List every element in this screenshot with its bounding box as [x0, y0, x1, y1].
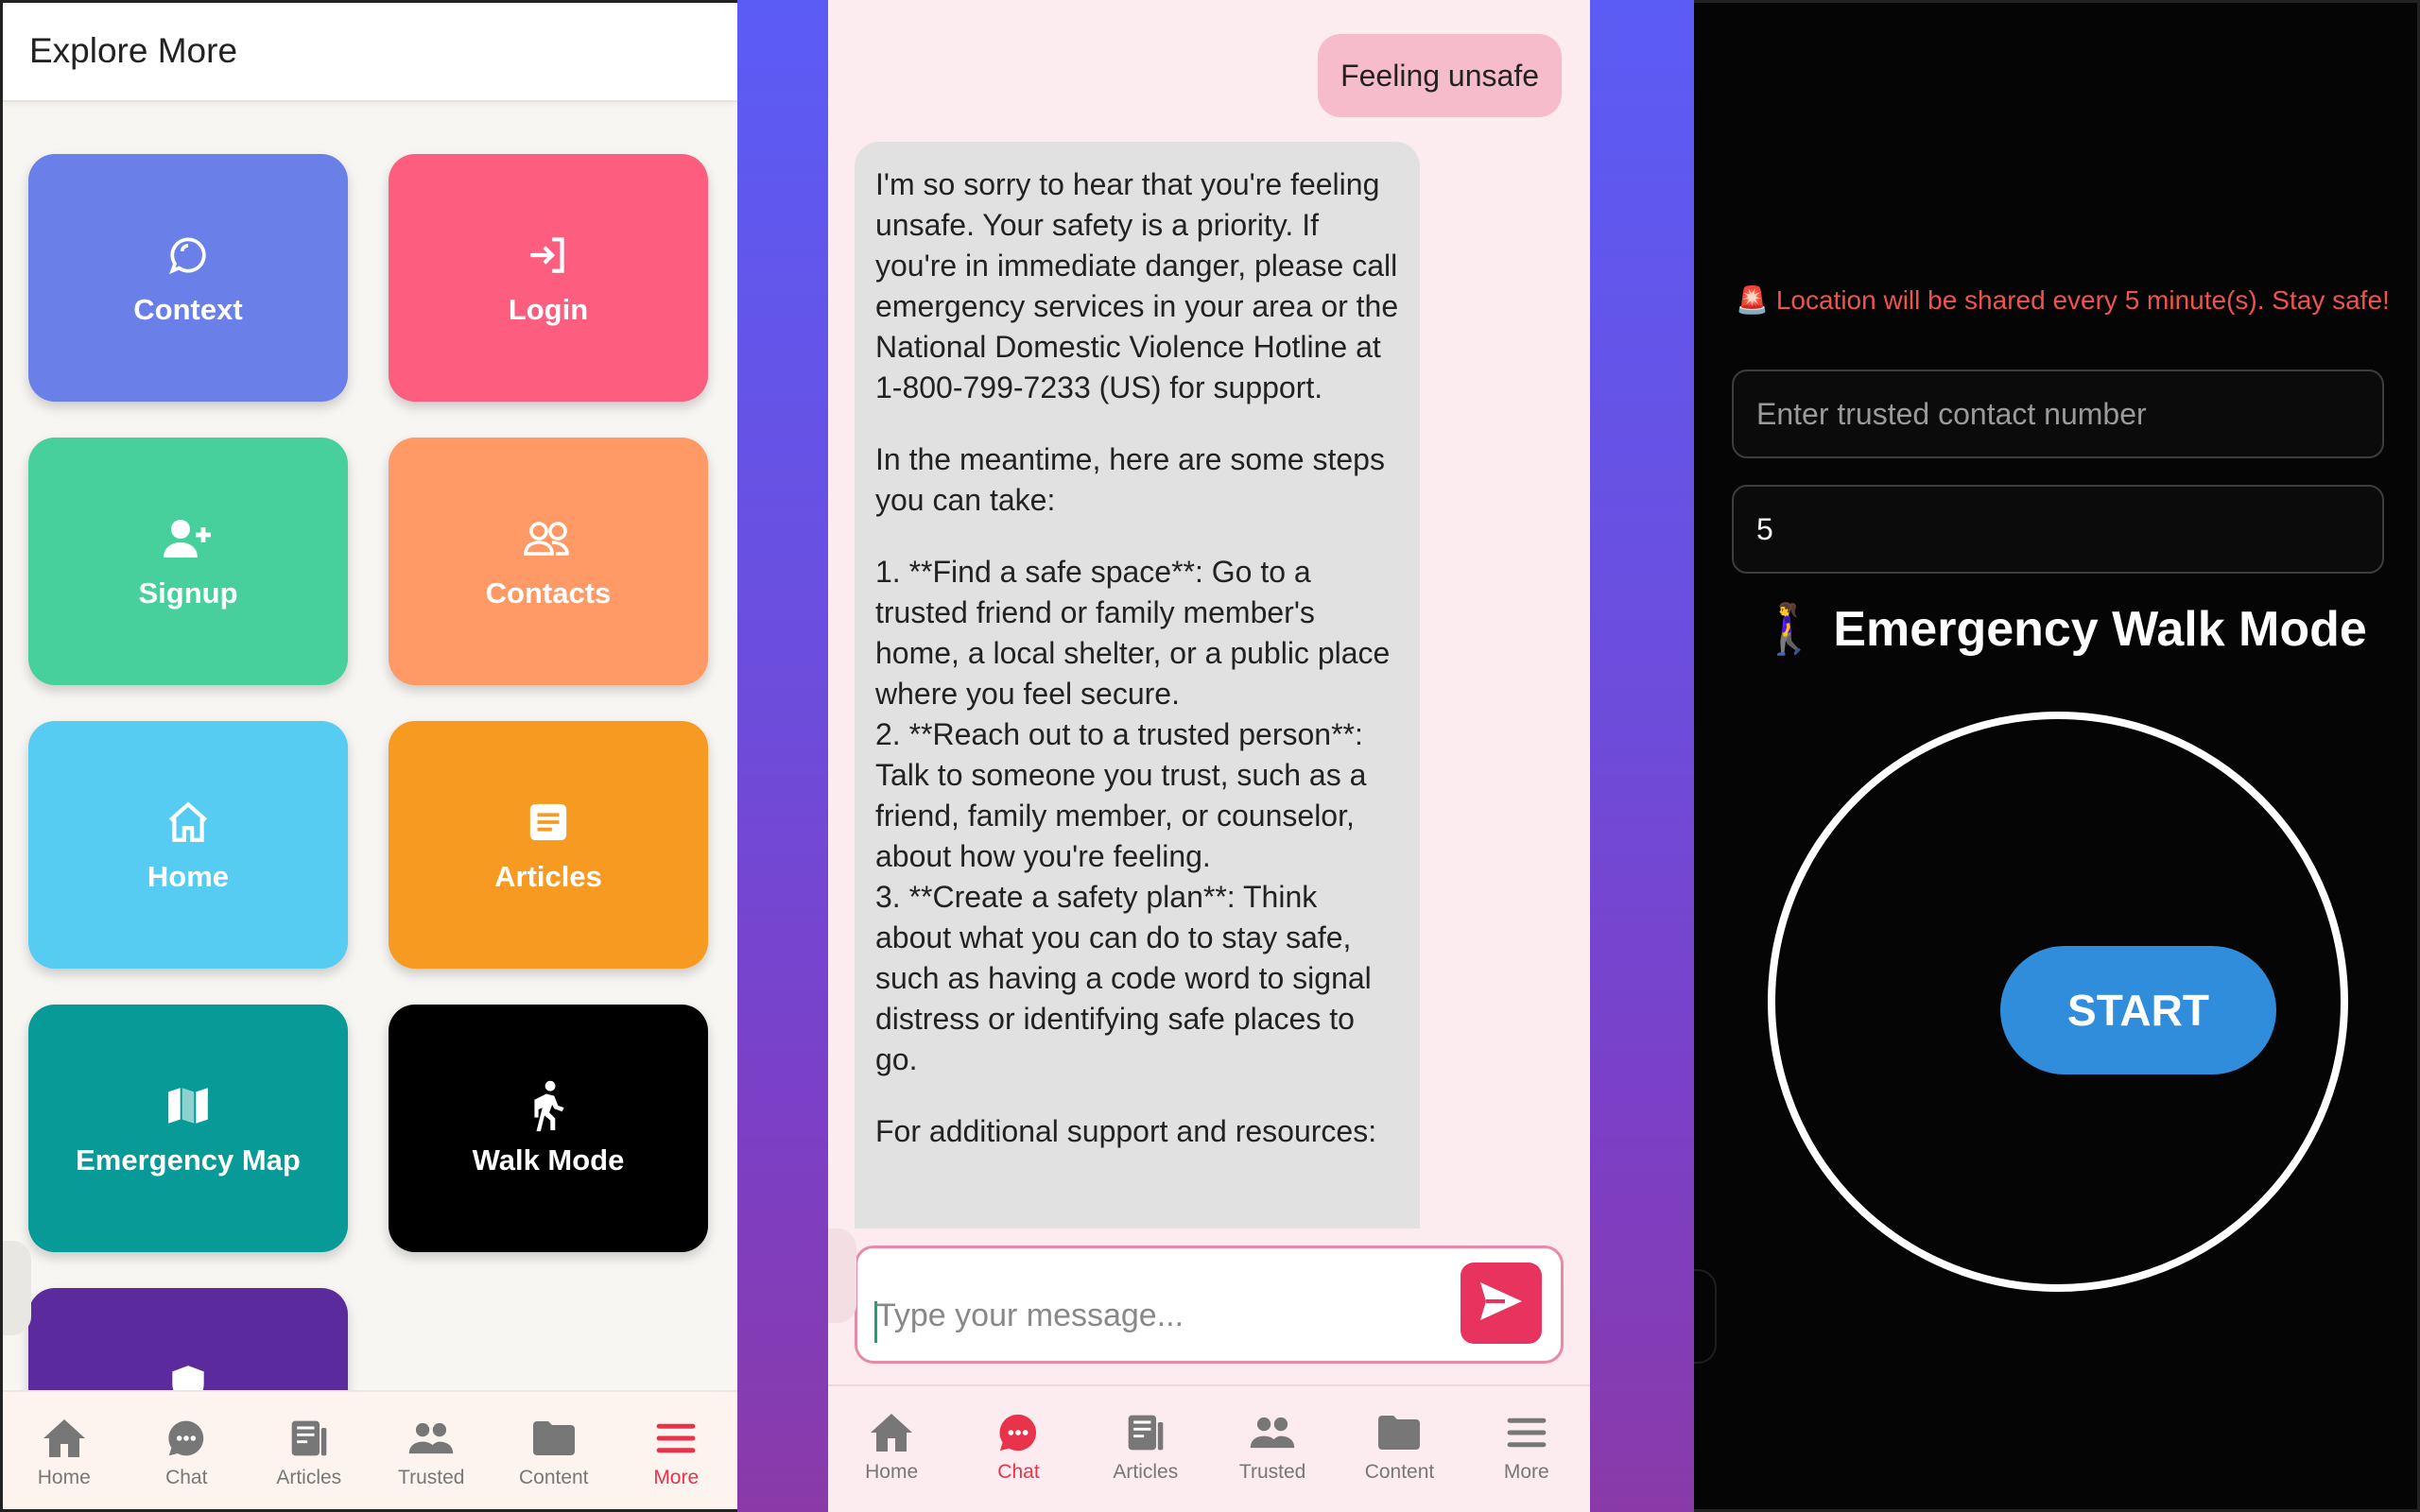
- home-icon: [162, 796, 215, 849]
- nav-label: Content: [1364, 1461, 1435, 1483]
- bot-paragraph: I'm so sorry to hear that you're feeling…: [875, 167, 1399, 404]
- map-icon: [162, 1079, 215, 1132]
- contacts-icon: [522, 512, 575, 565]
- location-share-notice: 🚨 Location will be shared every 5 minute…: [1736, 285, 2390, 315]
- nav-label: Home: [37, 1467, 91, 1488]
- nav-home[interactable]: Home: [839, 1410, 943, 1484]
- tile-label: Context: [133, 293, 243, 326]
- start-button[interactable]: START: [2000, 946, 2276, 1074]
- nav-label: Chat: [997, 1461, 1040, 1483]
- nav-label: Articles: [1113, 1461, 1179, 1483]
- bottom-nav: Home Chat Articles Trusted Content More: [828, 1384, 1590, 1507]
- menu-icon: [650, 1416, 701, 1461]
- home-icon: [866, 1410, 917, 1455]
- tile-label: Signup: [138, 576, 238, 610]
- chat-bubble-icon: [162, 229, 215, 282]
- nav-trusted[interactable]: Trusted: [379, 1416, 483, 1489]
- tile-label: Login: [508, 293, 589, 326]
- tile-articles[interactable]: Articles: [389, 721, 708, 969]
- tile-emergency-map[interactable]: Emergency Map: [28, 1005, 348, 1252]
- nav-label: Trusted: [1238, 1461, 1306, 1483]
- page-title: Explore More: [29, 31, 238, 70]
- tile-label: Contacts: [485, 576, 612, 610]
- walk-mode-panel: 🚨 Location will be shared every 5 minute…: [1694, 0, 2420, 1512]
- menu-icon: [1501, 1410, 1552, 1455]
- login-icon: [522, 229, 575, 282]
- chat-icon: [161, 1416, 212, 1461]
- bottom-nav: Home Chat Articles Trusted Content More: [3, 1390, 737, 1509]
- tile-label: Emergency Map: [76, 1143, 301, 1177]
- nav-home[interactable]: Home: [12, 1416, 116, 1489]
- tile-login[interactable]: Login: [389, 154, 708, 402]
- message-placeholder: Type your message...: [876, 1297, 1184, 1333]
- bot-paragraph: In the meantime, here are some steps you…: [875, 442, 1385, 517]
- explore-panel: Explore More Context Login Signup Contac…: [0, 0, 737, 1512]
- people-icon: [1247, 1410, 1298, 1455]
- interval-input[interactable]: 5: [1732, 485, 2384, 574]
- message-input[interactable]: Type your message...: [855, 1246, 1564, 1364]
- nav-label: More: [653, 1467, 700, 1488]
- nav-label: More: [1503, 1461, 1549, 1483]
- home-icon: [39, 1416, 90, 1461]
- tile-home[interactable]: Home: [28, 721, 348, 969]
- article-icon: [522, 796, 575, 849]
- explore-header: Explore More: [3, 3, 737, 102]
- people-icon: [406, 1416, 457, 1461]
- nav-more[interactable]: More: [624, 1416, 728, 1489]
- bot-message-bubble: I'm so sorry to hear that you're feeling…: [855, 142, 1420, 1228]
- start-ring: START: [1768, 712, 2348, 1292]
- tile-signup[interactable]: Signup: [28, 438, 348, 685]
- add-user-icon: [162, 512, 215, 565]
- articles-icon: [1120, 1410, 1171, 1455]
- walk-mode-title: 🚶‍♀️ Emergency Walk Mode: [1758, 602, 2367, 657]
- nav-label: Content: [518, 1467, 589, 1488]
- bot-paragraph: 1. **Find a safe space**: Go to a truste…: [875, 555, 1391, 1076]
- chat-icon: [993, 1410, 1044, 1455]
- nav-label: Trusted: [398, 1467, 465, 1488]
- nav-content[interactable]: Content: [502, 1416, 606, 1489]
- articles-icon: [284, 1416, 335, 1461]
- accessibility-tab[interactable]: [1694, 1269, 1717, 1364]
- chat-panel: Feeling unsafe I'm so sorry to hear that…: [737, 0, 1694, 1512]
- send-button[interactable]: [1461, 1263, 1542, 1344]
- walking-icon: [522, 1079, 575, 1132]
- tile-contacts[interactable]: Contacts: [389, 438, 708, 685]
- tile-label: Articles: [494, 860, 602, 893]
- nav-content[interactable]: Content: [1347, 1410, 1451, 1484]
- nav-chat[interactable]: Chat: [134, 1416, 238, 1489]
- chat-column: Feeling unsafe I'm so sorry to hear that…: [828, 0, 1590, 1512]
- nav-articles[interactable]: Articles: [1094, 1410, 1198, 1484]
- tile-context[interactable]: Context: [28, 154, 348, 402]
- nav-trusted[interactable]: Trusted: [1220, 1410, 1324, 1484]
- nav-articles[interactable]: Articles: [257, 1416, 361, 1489]
- folder-icon: [1374, 1410, 1425, 1455]
- bot-paragraph: For additional support and resources:: [875, 1114, 1377, 1148]
- nav-chat[interactable]: Chat: [966, 1410, 1070, 1484]
- nav-label: Home: [865, 1461, 919, 1483]
- accessibility-tab[interactable]: [3, 1241, 31, 1335]
- tile-walk-mode[interactable]: Walk Mode: [389, 1005, 708, 1252]
- user-message-bubble: Feeling unsafe: [1318, 34, 1562, 117]
- folder-icon: [528, 1416, 579, 1461]
- nav-label: Chat: [165, 1467, 208, 1488]
- trusted-contact-input[interactable]: Enter trusted contact number: [1732, 369, 2384, 458]
- send-icon: [1478, 1280, 1525, 1327]
- nav-label: Articles: [276, 1467, 342, 1488]
- tile-label: Home: [147, 860, 230, 893]
- nav-more[interactable]: More: [1475, 1410, 1579, 1484]
- accessibility-tab[interactable]: [828, 1228, 856, 1323]
- tile-label: Walk Mode: [472, 1143, 625, 1177]
